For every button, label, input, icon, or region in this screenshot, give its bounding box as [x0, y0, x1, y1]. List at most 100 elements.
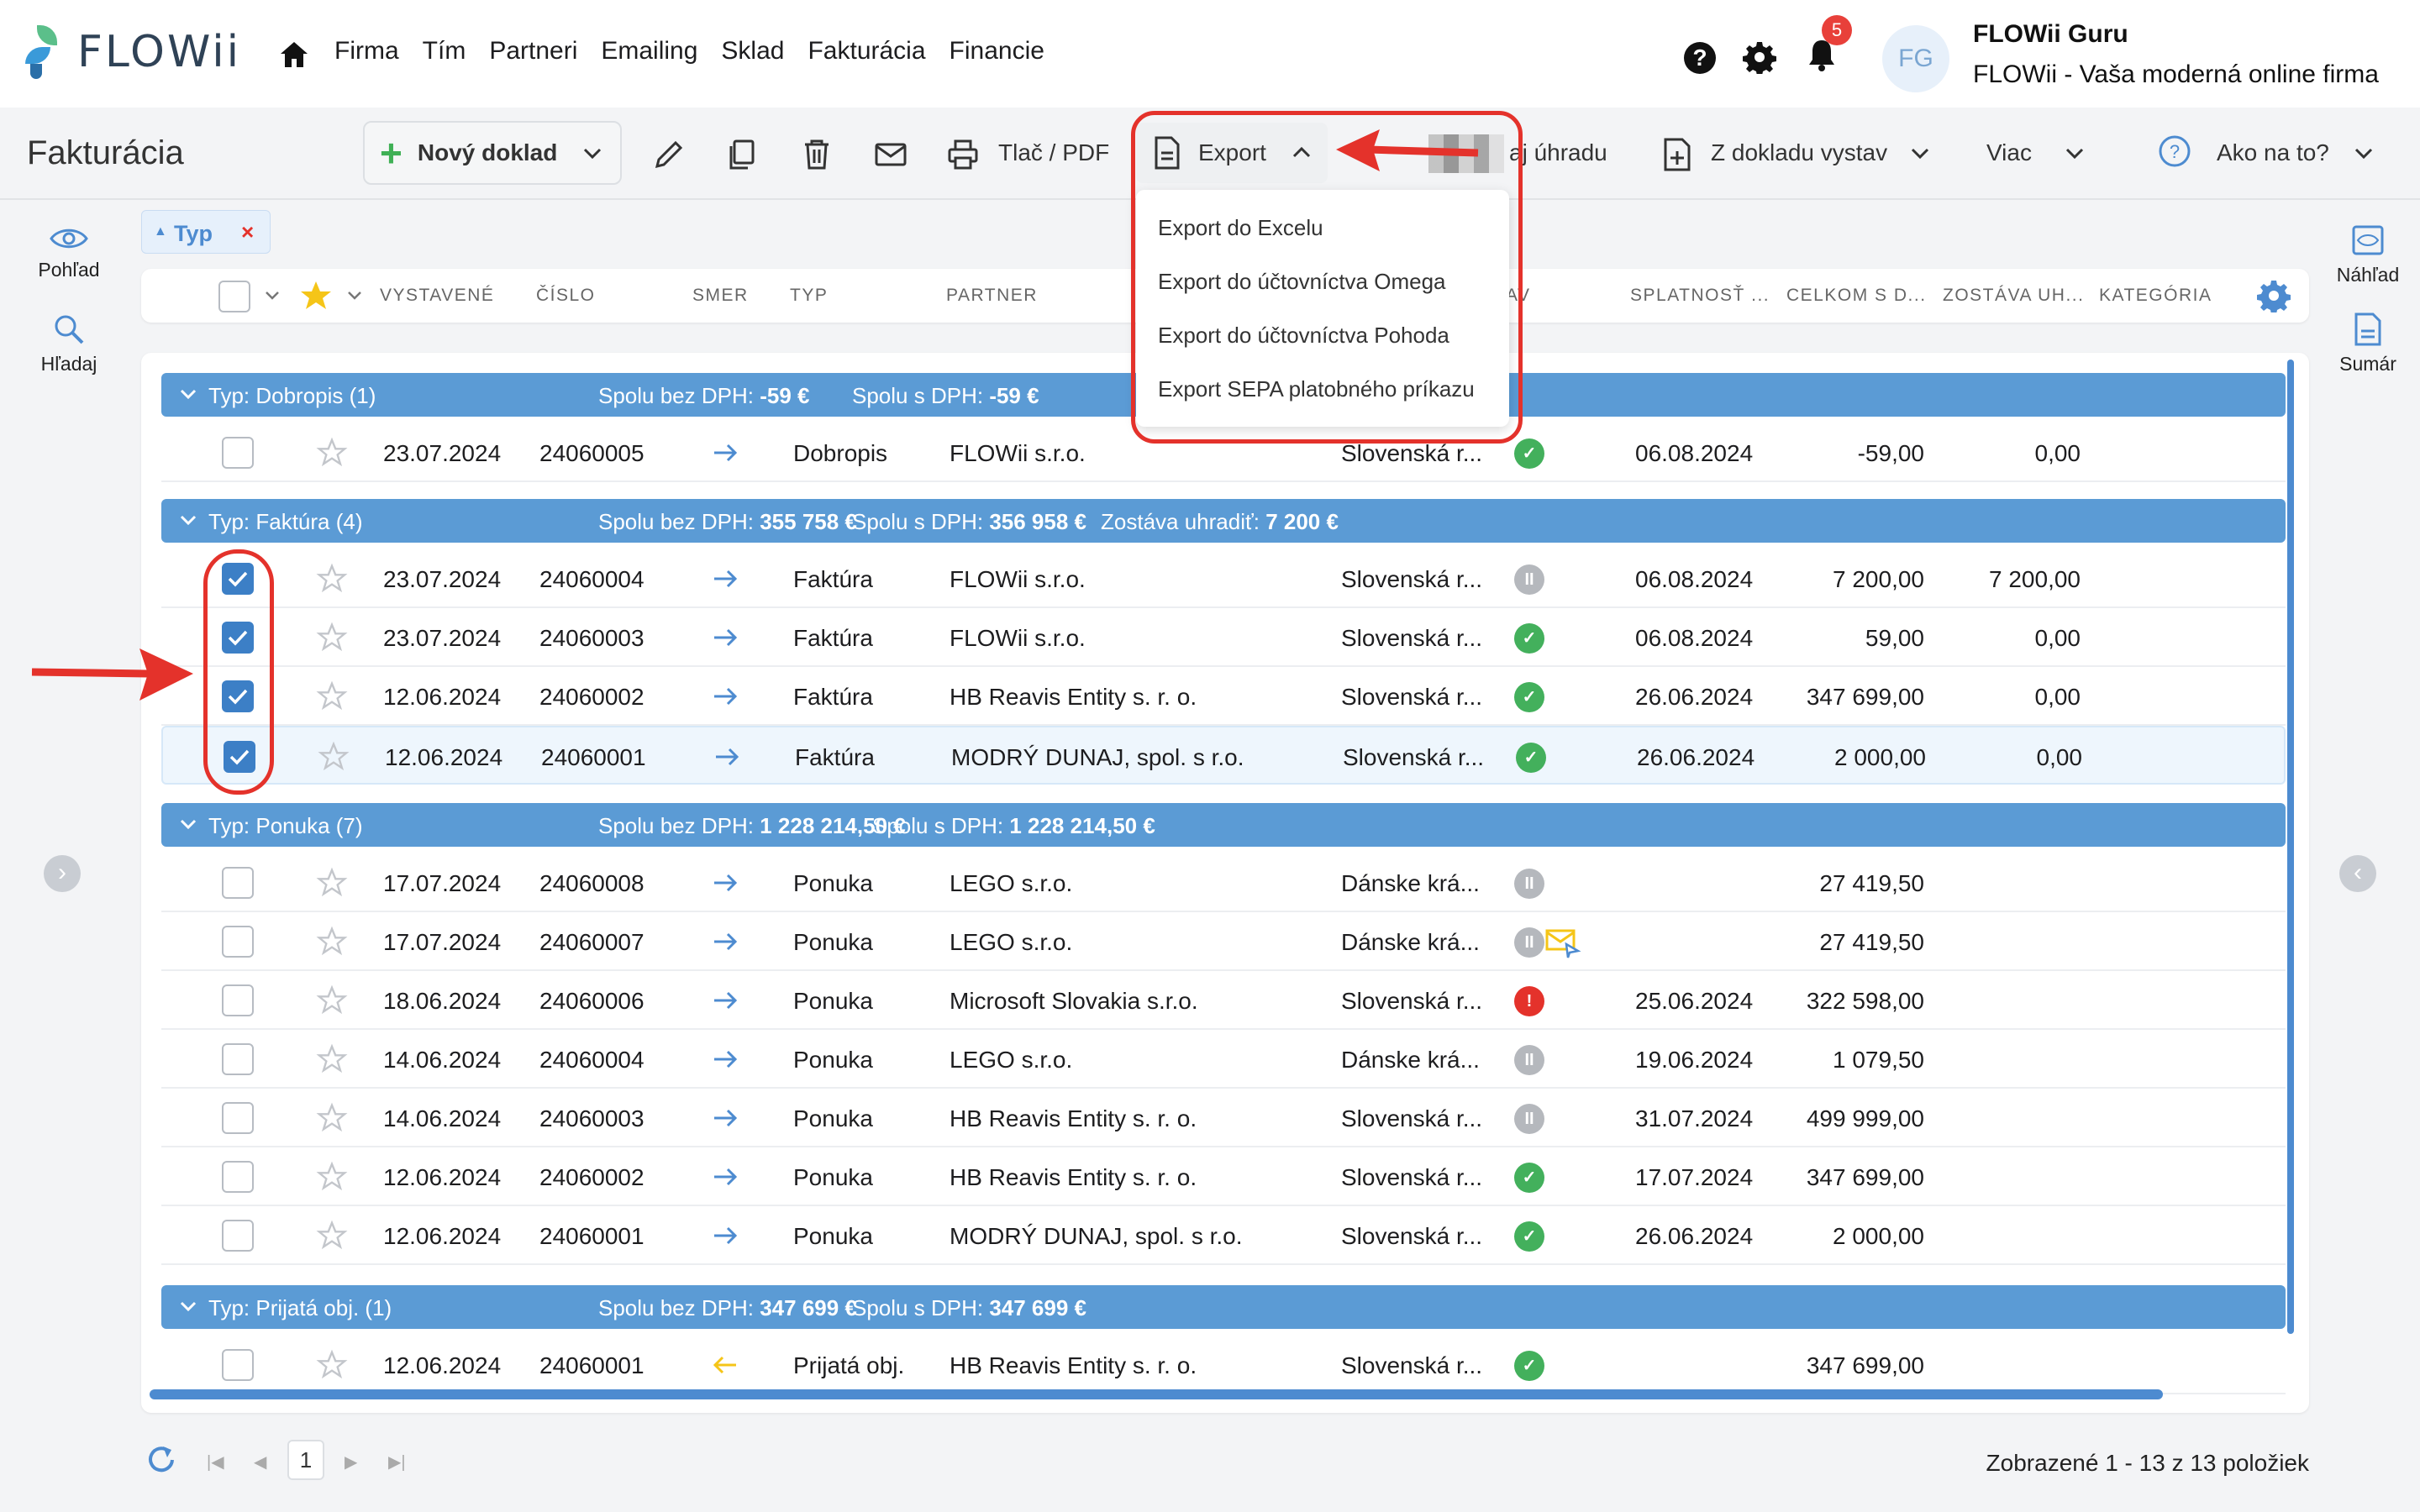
select-all-checkbox[interactable] [218, 281, 250, 312]
edit-pencil-icon[interactable] [652, 138, 686, 171]
user-avatar[interactable]: FG [1882, 25, 1949, 92]
group-header-row[interactable]: Typ: Ponuka (7) Spolu bez DPH: 1 228 214,… [161, 803, 2286, 847]
nav-item-fakturacia[interactable]: Fakturácia [808, 37, 925, 66]
col-direction[interactable]: SMER [692, 286, 749, 306]
issue-from-doc-button[interactable]: Z dokladu vystav [1711, 139, 1887, 166]
table-row[interactable]: 12.06.2024 24060001 Prijatá obj. HB Reavis … [161, 1336, 2286, 1394]
new-document-button[interactable]: + Nový doklad [363, 121, 622, 185]
chevron-down-icon[interactable] [178, 511, 198, 531]
table-row[interactable]: 12.06.2024 24060001 Faktúra MODRÝ DUNAJ, sp… [161, 726, 2286, 785]
col-total[interactable]: CELKOM S D... [1786, 286, 1927, 306]
row-checkbox[interactable] [222, 1043, 254, 1075]
help-icon[interactable]: ? [1684, 42, 1716, 74]
chevron-down-icon[interactable] [178, 385, 198, 405]
how-to-button[interactable]: Ako na to? [2217, 139, 2329, 166]
nav-item-financie[interactable]: Financie [950, 37, 1044, 66]
table-row[interactable]: 14.06.2024 24060004 Ponuka LEGO s.r.o. Dánsk… [161, 1030, 2286, 1089]
table-row[interactable]: 18.06.2024 24060006 Ponuka Microsoft Slovak… [161, 971, 2286, 1030]
horizontal-scrollbar[interactable] [150, 1389, 2163, 1399]
table-row[interactable]: 17.07.2024 24060008 Ponuka LEGO s.r.o. Dánsk… [161, 853, 2286, 912]
star-outline-icon[interactable] [316, 1220, 348, 1252]
col-category[interactable]: KATEGÓRIA [2099, 286, 2212, 306]
flowii-logo[interactable]: FLOWii [25, 25, 241, 79]
view-button[interactable]: Pohľad [27, 225, 111, 281]
row-checkbox[interactable] [222, 984, 254, 1016]
current-page[interactable]: 1 [287, 1440, 324, 1480]
star-outline-icon[interactable] [316, 1161, 348, 1193]
chevron-down-icon[interactable] [2064, 143, 2086, 165]
next-page-icon[interactable]: ▶ [345, 1452, 357, 1473]
star-outline-icon[interactable] [316, 867, 348, 899]
delete-trash-icon[interactable] [800, 138, 834, 171]
row-checkbox[interactable] [222, 1220, 254, 1252]
col-number[interactable]: ČÍSLO [536, 286, 596, 306]
preview-button[interactable]: Náhľad [2326, 223, 2410, 286]
star-filled-icon[interactable] [299, 279, 333, 312]
row-checkbox[interactable] [222, 1161, 254, 1193]
col-type[interactable]: TYP [790, 286, 828, 306]
star-outline-icon[interactable] [316, 680, 348, 712]
star-outline-icon[interactable] [318, 741, 350, 773]
col-partner[interactable]: PARTNER [946, 286, 1038, 306]
chevron-down-icon[interactable] [581, 143, 603, 165]
search-button[interactable]: Hľadaj [27, 312, 111, 375]
chevron-down-icon[interactable] [1909, 143, 1931, 165]
row-checkbox[interactable] [222, 926, 254, 958]
star-outline-icon[interactable] [316, 926, 348, 958]
col-remaining[interactable]: ZOSTÁVA UH... [1943, 286, 2084, 306]
row-checkbox[interactable] [222, 867, 254, 899]
email-envelope-icon[interactable] [874, 138, 908, 171]
nav-item-firma[interactable]: Firma [334, 37, 399, 66]
star-outline-icon[interactable] [316, 563, 348, 595]
table-row[interactable]: 12.06.2024 24060001 Ponuka MODRÝ DUNAJ, spo… [161, 1206, 2286, 1265]
first-page-icon[interactable]: |◀ [207, 1452, 224, 1473]
star-outline-icon[interactable] [316, 984, 348, 1016]
group-header-row[interactable]: Typ: Faktúra (4) Spolu bez DPH: 355 758 €… [161, 499, 2286, 543]
row-checkbox[interactable] [222, 1349, 254, 1381]
more-button[interactable]: Viac [1986, 139, 2032, 166]
last-page-icon[interactable]: ▶| [388, 1452, 406, 1473]
column-settings-gear-icon[interactable] [2257, 279, 2291, 312]
settings-gear-icon[interactable] [1743, 40, 1776, 74]
group-header-row[interactable]: Typ: Prijatá obj. (1) Spolu bez DPH: 347 … [161, 1285, 2286, 1329]
row-checkbox[interactable] [222, 437, 254, 469]
nav-item-sklad[interactable]: Sklad [721, 37, 784, 66]
table-row[interactable]: 12.06.2024 24060002 Faktúra HB Reavis Entit… [161, 667, 2286, 726]
chevron-down-icon[interactable] [346, 289, 363, 302]
table-row[interactable]: 17.07.2024 24060007 Ponuka LEGO s.r.o. Dánsk… [161, 912, 2286, 971]
summary-button[interactable]: Sumár [2326, 312, 2410, 375]
print-icon[interactable] [946, 138, 980, 171]
copy-icon[interactable] [724, 138, 758, 171]
vertical-scrollbar[interactable] [2287, 360, 2294, 1334]
filter-chip-type[interactable]: ▲ Typ × [141, 210, 271, 254]
refresh-icon[interactable] [145, 1443, 178, 1477]
chevron-down-icon[interactable] [178, 1297, 198, 1317]
prev-page-icon[interactable]: ◀ [254, 1452, 266, 1473]
home-icon[interactable] [279, 40, 309, 69]
star-outline-icon[interactable] [316, 1349, 348, 1381]
nav-item-partneri[interactable]: Partneri [489, 37, 577, 66]
col-due[interactable]: SPLATNOSŤ ... [1630, 286, 1770, 306]
col-issued[interactable]: VYSTAVENÉ [380, 286, 494, 306]
table-row[interactable]: 23.07.2024 24060003 Faktúra FLOWii s.r.o. Sl… [161, 608, 2286, 667]
nav-item-tim[interactable]: Tím [423, 37, 466, 66]
table-row[interactable]: 14.06.2024 24060003 Ponuka HB Reavis Entity… [161, 1089, 2286, 1147]
row-checkbox[interactable] [222, 1102, 254, 1134]
remove-filter-icon[interactable]: × [241, 219, 254, 245]
collapse-right-icon[interactable]: ‹ [2339, 855, 2376, 892]
nav-item-emailing[interactable]: Emailing [601, 37, 697, 66]
print-pdf-button[interactable]: Tlač / PDF [998, 139, 1109, 166]
star-outline-icon[interactable] [316, 1043, 348, 1075]
star-outline-icon[interactable] [316, 437, 348, 469]
collapse-left-icon[interactable]: › [44, 855, 81, 892]
help-circle-icon[interactable]: ? [2158, 134, 2191, 168]
payment-button[interactable]: aj úhradu [1509, 139, 1607, 166]
table-row[interactable]: 23.07.2024 24060004 Faktúra FLOWii s.r.o. Sl… [161, 549, 2286, 608]
document-add-icon[interactable] [1660, 138, 1694, 171]
table-row[interactable]: 12.06.2024 24060002 Ponuka HB Reavis Entity… [161, 1147, 2286, 1206]
star-outline-icon[interactable] [316, 622, 348, 654]
chevron-down-icon[interactable] [2353, 143, 2375, 165]
chevron-down-icon[interactable] [264, 289, 281, 302]
star-outline-icon[interactable] [316, 1102, 348, 1134]
chevron-down-icon[interactable] [178, 815, 198, 835]
